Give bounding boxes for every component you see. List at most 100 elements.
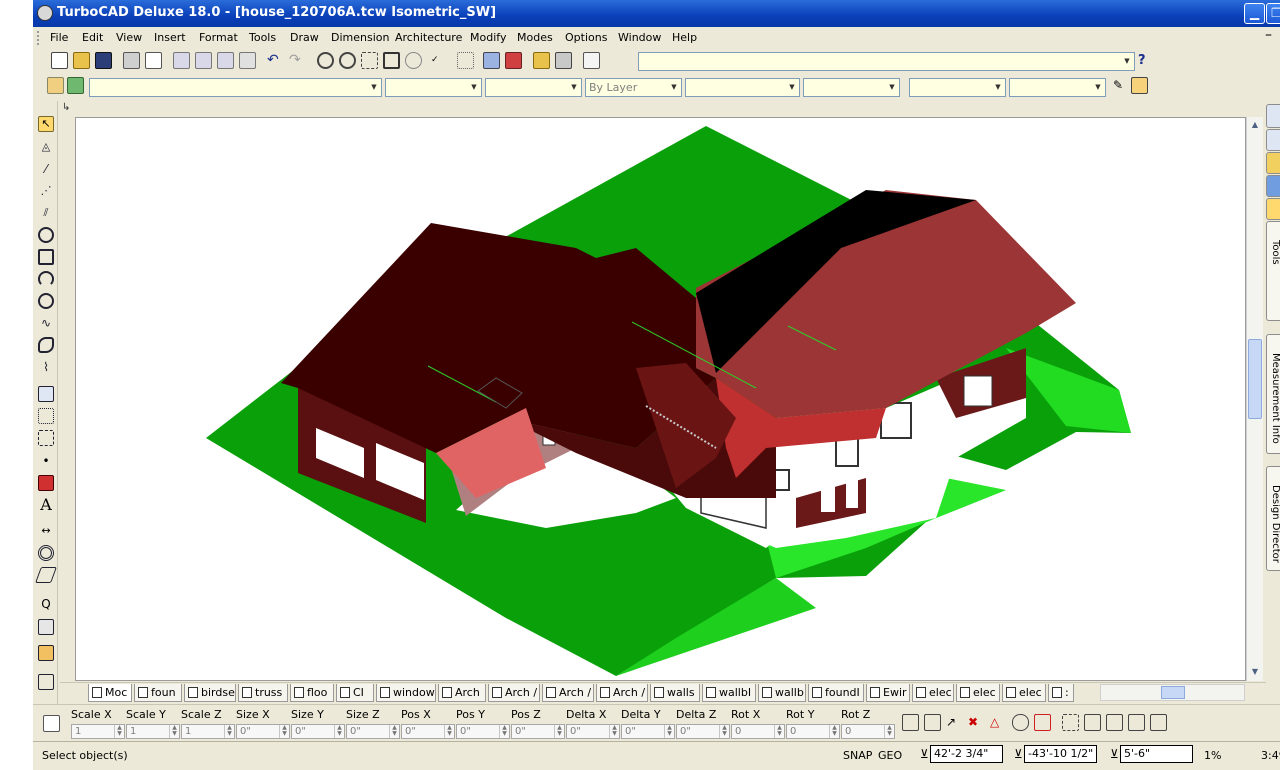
menu-insert[interactable]: Insert — [154, 31, 186, 44]
menu-file[interactable]: File — [50, 31, 68, 44]
scroll-down-icon[interactable]: ▼ — [1248, 665, 1262, 679]
inspector-field[interactable]: 0" ▲ ▼ — [236, 724, 290, 739]
text-icon[interactable]: A — [38, 497, 54, 513]
menu-window[interactable]: Window — [618, 31, 661, 44]
inspector-field[interactable]: 0" ▲ ▼ — [456, 724, 510, 739]
workspace-tab[interactable]: walls — [650, 684, 700, 702]
pen-icon[interactable]: ✎ — [1113, 77, 1130, 94]
copy-transform-icon[interactable] — [924, 714, 941, 731]
symbol-icon[interactable] — [38, 545, 54, 561]
spinner-icon[interactable]: ▲ ▼ — [664, 725, 674, 738]
menu-view[interactable]: View — [116, 31, 142, 44]
z-coordinate-field[interactable]: 5'-6" — [1120, 745, 1193, 763]
inspector-field[interactable]: 0 ▲ ▼ — [786, 724, 840, 739]
palette-tab-3[interactable] — [1266, 152, 1280, 174]
sheet-icon[interactable] — [38, 619, 54, 635]
zoom-in-icon[interactable] — [317, 52, 334, 69]
dimension-icon[interactable]: ↔ — [38, 523, 54, 539]
workspace-tab[interactable]: birdse — [184, 684, 236, 702]
menu-grip[interactable] — [37, 31, 40, 45]
menu-help[interactable]: Help — [672, 31, 697, 44]
horizontal-scrollbar[interactable] — [1100, 684, 1245, 701]
3d-box-icon[interactable] — [555, 52, 572, 69]
menu-modify[interactable]: Modify — [470, 31, 506, 44]
zoom-window-icon[interactable] — [361, 52, 378, 69]
menu-architecture[interactable]: Architecture — [395, 31, 462, 44]
bezier-icon[interactable]: ∿ — [38, 315, 54, 331]
cut-icon[interactable] — [173, 52, 190, 69]
block-icon[interactable] — [38, 386, 54, 402]
command-combo[interactable]: ▼ — [638, 52, 1135, 71]
menu-modes[interactable]: Modes — [517, 31, 553, 44]
node-edit-icon[interactable]: ◬ — [38, 139, 54, 155]
spinner-icon[interactable]: ▲ ▼ — [169, 725, 179, 738]
menu-options[interactable]: Options — [565, 31, 607, 44]
workspace-tab[interactable]: foun — [134, 684, 182, 702]
spinner-icon[interactable]: ▲ ▼ — [224, 725, 234, 738]
double-line-icon[interactable]: ⫽ — [38, 205, 54, 221]
inspector-field[interactable]: 1 ▲ ▼ — [126, 724, 180, 739]
table-icon[interactable] — [43, 715, 60, 732]
menu-format[interactable]: Format — [199, 31, 238, 44]
workspace-tab[interactable]: : — [1048, 684, 1074, 702]
workspace-tab[interactable]: Moc — [88, 684, 132, 702]
workspace-tab[interactable]: Arch — [438, 684, 486, 702]
menu-edit[interactable]: Edit — [82, 31, 103, 44]
scroll-up-icon[interactable]: ▲ — [1248, 118, 1262, 132]
format-painter-icon[interactable] — [239, 52, 256, 69]
grid-icon[interactable] — [457, 52, 474, 69]
tools-tab[interactable]: Tools — [1266, 221, 1280, 321]
workspace-tab[interactable]: floo — [290, 684, 334, 702]
scroll-thumb[interactable] — [1248, 339, 1262, 419]
palette-tab-5[interactable] — [1266, 198, 1280, 220]
workspace-tab[interactable]: elec — [1002, 684, 1046, 702]
layer-select[interactable]: ▼ — [89, 78, 382, 97]
workspace-tab[interactable]: elec — [956, 684, 1000, 702]
workspace-tab[interactable]: wallbI — [702, 684, 756, 702]
ungroup-icon[interactable] — [1128, 714, 1145, 731]
spinner-icon[interactable]: ▲ ▼ — [554, 725, 564, 738]
hatch-icon[interactable] — [38, 408, 54, 424]
spinner-icon[interactable]: ▲ ▼ — [829, 725, 839, 738]
spinner-icon[interactable]: ▲ ▼ — [389, 725, 399, 738]
spinner-icon[interactable]: ▲ ▼ — [719, 725, 729, 738]
hscroll-thumb[interactable] — [1161, 686, 1185, 699]
turbocad-app-icon[interactable] — [37, 5, 53, 21]
save-icon[interactable] — [95, 52, 112, 69]
inspector-field[interactable]: 0" ▲ ▼ — [621, 724, 675, 739]
workspace-tab[interactable]: Ewir — [866, 684, 910, 702]
vertical-scrollbar[interactable]: ▲ ▼ — [1246, 117, 1263, 681]
color-select[interactable]: ▼ — [385, 78, 482, 97]
region-icon[interactable] — [38, 430, 54, 446]
redo-icon[interactable]: ↷ — [289, 52, 306, 69]
minimize-button[interactable]: ▁ — [1244, 3, 1265, 24]
spell-check-icon[interactable]: ✓ — [431, 52, 448, 69]
menu-tools[interactable]: Tools — [249, 31, 276, 44]
properties-icon[interactable] — [583, 52, 600, 69]
design-director-tab[interactable]: Design Director — [1266, 466, 1280, 571]
modify-icon[interactable] — [35, 567, 57, 583]
open-icon[interactable] — [73, 52, 90, 69]
workspace-tab[interactable]: truss — [238, 684, 288, 702]
spinner-icon[interactable]: ▲ ▼ — [774, 725, 784, 738]
workspace-tab[interactable]: wallb — [758, 684, 806, 702]
inspector-field[interactable]: 1 ▲ ▼ — [71, 724, 125, 739]
align-icon[interactable] — [1062, 714, 1079, 731]
font-size-select[interactable]: ▼ — [1009, 78, 1106, 97]
zoom-extents-icon[interactable] — [383, 52, 400, 69]
zoom-icon[interactable]: Q — [38, 596, 54, 612]
print-preview-icon[interactable] — [145, 52, 162, 69]
workspace-tab[interactable]: foundI — [808, 684, 864, 702]
copy-icon[interactable] — [195, 52, 212, 69]
palette-tab-4[interactable] — [1266, 175, 1280, 197]
inspector-field[interactable]: 0" ▲ ▼ — [291, 724, 345, 739]
workspace-tab[interactable]: CI — [336, 684, 374, 702]
workspace-tab[interactable]: Arch / — [542, 684, 594, 702]
inspector-field[interactable]: 0" ▲ ▼ — [566, 724, 620, 739]
gear-icon[interactable] — [47, 77, 64, 94]
polyline-icon[interactable]: ⋰ — [38, 183, 54, 199]
rotate-icon[interactable] — [1012, 714, 1029, 731]
workspace-tab[interactable]: Arch / — [596, 684, 648, 702]
inspector-field[interactable]: 0" ▲ ▼ — [346, 724, 400, 739]
help-icon[interactable]: ? — [1138, 52, 1155, 69]
